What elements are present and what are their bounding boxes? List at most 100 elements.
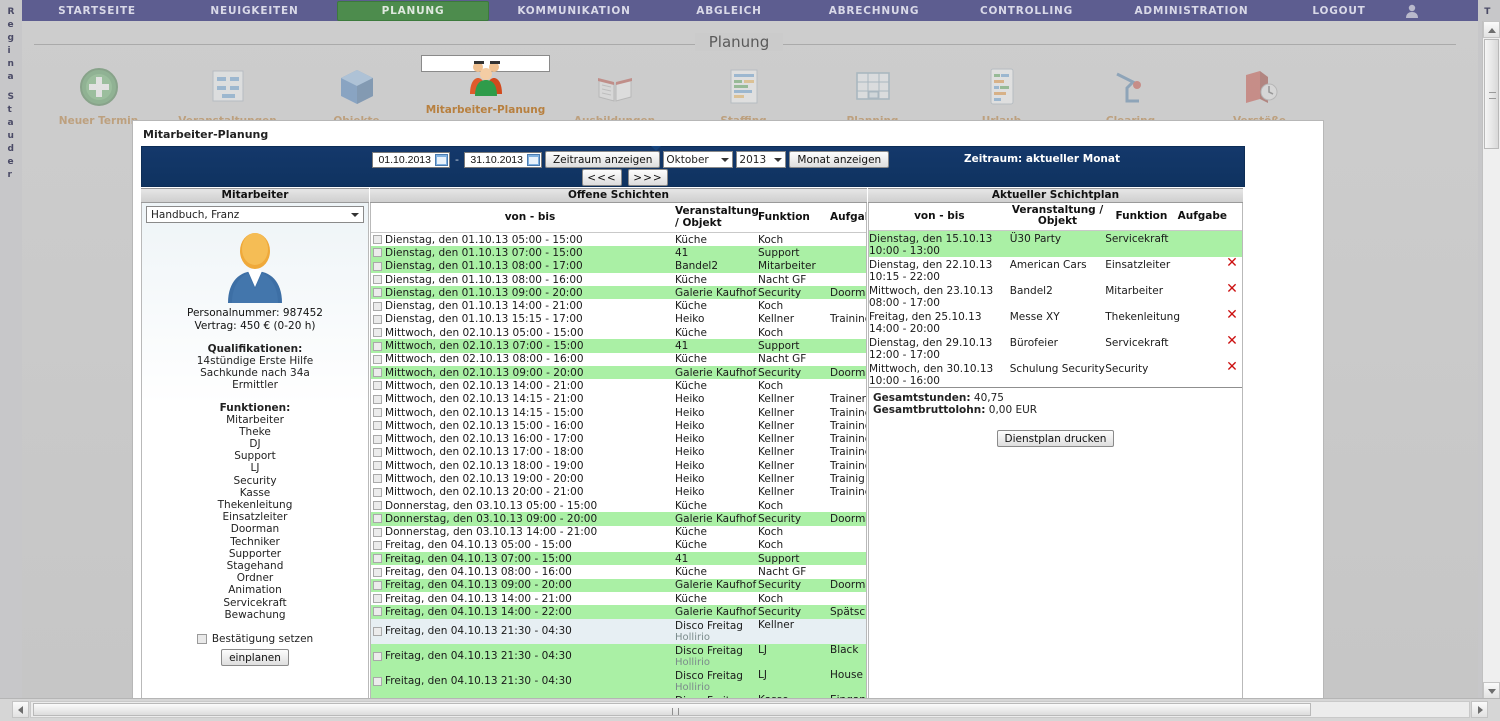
table-row[interactable]: Mittwoch, den 02.10.13 14:15 - 15:00 Heik… <box>371 405 866 420</box>
table-row[interactable]: Freitag, den 25.10.13 14:00 - 20:00 Messe… <box>869 308 1242 335</box>
show-range-button[interactable]: Zeitraum anzeigen <box>544 151 661 168</box>
horizontal-scroll-track[interactable] <box>30 701 1470 718</box>
print-schedule-button[interactable]: Dienstplan drucken <box>996 430 1115 447</box>
row-checkbox-cell[interactable] <box>371 619 385 644</box>
row-checkbox-cell[interactable] <box>371 512 385 525</box>
month-select[interactable]: Oktober <box>663 151 734 168</box>
nav-item-kommunikation[interactable]: KOMMUNIKATION <box>489 2 659 20</box>
row-checkbox[interactable] <box>373 288 382 298</box>
row-checkbox[interactable] <box>373 314 382 324</box>
row-checkbox-cell[interactable] <box>371 366 385 379</box>
user-avatar-icon[interactable] <box>1399 3 1425 19</box>
row-checkbox-cell[interactable] <box>371 260 385 273</box>
row-checkbox[interactable] <box>373 607 382 617</box>
table-row[interactable]: Freitag, den 04.10.13 05:00 - 15:00 Küche… <box>371 538 866 553</box>
row-checkbox-cell[interactable] <box>371 459 385 472</box>
table-row[interactable]: Freitag, den 04.10.13 21:30 - 04:30 Disco… <box>371 643 866 669</box>
table-row[interactable]: Mittwoch, den 02.10.13 14:15 - 21:00 Heik… <box>371 392 866 406</box>
row-checkbox-cell[interactable] <box>371 246 385 259</box>
row-checkbox[interactable] <box>373 328 382 338</box>
row-checkbox-cell[interactable] <box>371 273 385 286</box>
row-checkbox-cell[interactable] <box>371 526 385 539</box>
row-checkbox-cell[interactable] <box>371 339 385 352</box>
row-checkbox[interactable] <box>373 461 382 471</box>
table-row[interactable]: Donnerstag, den 03.10.13 05:00 - 15:00 Kü… <box>371 498 866 513</box>
scroll-right-button[interactable] <box>1471 701 1488 718</box>
row-checkbox[interactable] <box>373 487 382 497</box>
table-row[interactable]: Freitag, den 04.10.13 21:30 - 04:30 Disco… <box>371 618 866 644</box>
table-row[interactable]: Mittwoch, den 02.10.13 16:00 - 17:00 Heik… <box>371 432 866 446</box>
row-checkbox-cell[interactable] <box>371 419 385 432</box>
row-checkbox[interactable] <box>373 261 382 271</box>
row-checkbox[interactable] <box>373 651 382 661</box>
row-checkbox-cell[interactable] <box>371 552 385 565</box>
confirm-checkbox[interactable] <box>196 634 207 645</box>
row-checkbox[interactable] <box>373 527 382 537</box>
plan-delete-cell[interactable]: ✕ <box>1222 360 1242 387</box>
employee-select[interactable]: Handbuch, Franz <box>146 206 364 223</box>
table-row[interactable]: Mittwoch, den 02.10.13 14:00 - 21:00 Küch… <box>371 379 866 393</box>
table-row[interactable]: Mittwoch, den 02.10.13 17:00 - 18:00 Heik… <box>371 445 866 460</box>
row-checkbox-cell[interactable] <box>371 499 385 512</box>
row-checkbox-cell[interactable] <box>371 299 385 312</box>
row-checkbox[interactable] <box>373 394 382 404</box>
calendar-icon[interactable] <box>526 153 540 166</box>
row-checkbox[interactable] <box>373 368 382 378</box>
row-checkbox-cell[interactable] <box>371 313 385 326</box>
table-row[interactable]: Dienstag, den 01.10.13 08:00 - 17:00 Band… <box>371 259 866 273</box>
calendar-icon[interactable] <box>435 153 448 166</box>
delete-icon[interactable]: ✕ <box>1226 281 1238 297</box>
row-checkbox[interactable] <box>373 567 382 577</box>
year-select[interactable]: 2013 <box>736 151 787 168</box>
row-checkbox[interactable] <box>373 408 382 417</box>
vertical-scroll-thumb[interactable] <box>1484 39 1499 149</box>
table-row[interactable]: Freitag, den 04.10.13 14:00 - 21:00 Küche… <box>371 592 866 606</box>
table-row[interactable]: Donnerstag, den 03.10.13 09:00 - 20:00 Ga… <box>371 512 866 526</box>
scroll-up-button[interactable] <box>1483 21 1500 38</box>
horizontal-scrollbar[interactable] <box>0 698 1500 721</box>
row-checkbox[interactable] <box>373 421 382 431</box>
row-checkbox[interactable] <box>373 554 382 564</box>
table-row[interactable]: Donnerstag, den 03.10.13 14:00 - 21:00 Kü… <box>371 525 866 539</box>
row-checkbox[interactable] <box>373 540 382 550</box>
row-checkbox[interactable] <box>373 676 382 686</box>
row-checkbox-cell[interactable] <box>371 605 385 618</box>
table-row[interactable]: Mittwoch, den 23.10.13 08:00 - 17:00 Band… <box>869 281 1242 309</box>
row-checkbox[interactable] <box>373 474 382 484</box>
horizontal-scroll-thumb[interactable] <box>33 703 1311 716</box>
table-row[interactable]: Mittwoch, den 30.10.13 10:00 - 16:00 Schu… <box>869 360 1242 387</box>
row-checkbox[interactable] <box>373 381 382 391</box>
nav-item-administration[interactable]: ADMINISTRATION <box>1104 2 1279 20</box>
table-row[interactable]: Mittwoch, den 02.10.13 15:00 - 16:00 Heik… <box>371 419 866 433</box>
table-row[interactable]: Dienstag, den 01.10.13 05:00 - 15:00 Küch… <box>371 232 866 247</box>
row-checkbox-cell[interactable] <box>371 326 385 339</box>
table-row[interactable]: Mittwoch, den 02.10.13 05:00 - 15:00 Küch… <box>371 326 866 340</box>
plan-delete-cell[interactable]: ✕ <box>1222 308 1242 335</box>
scroll-down-button[interactable] <box>1483 682 1500 699</box>
row-checkbox-cell[interactable] <box>371 579 385 592</box>
row-checkbox[interactable] <box>373 235 382 245</box>
table-row[interactable]: Mittwoch, den 02.10.13 07:00 - 15:00 41 Su… <box>371 339 866 353</box>
table-row[interactable]: Dienstag, den 22.10.13 10:15 - 22:00 Amer… <box>869 256 1242 283</box>
table-row[interactable]: Freitag, den 04.10.13 21:30 - 04:30 Disco… <box>371 668 866 694</box>
table-row[interactable]: Dienstag, den 01.10.13 08:00 - 16:00 Küch… <box>371 272 866 287</box>
next-period-button[interactable]: >>> <box>628 169 668 186</box>
schedule-button[interactable]: einplanen <box>221 649 289 667</box>
row-checkbox-cell[interactable] <box>371 486 385 499</box>
row-checkbox-cell[interactable] <box>371 565 385 578</box>
table-row[interactable]: Freitag, den 04.10.13 07:00 - 15:00 41 Sup… <box>371 552 866 566</box>
table-row[interactable]: Mittwoch, den 02.10.13 19:00 - 20:00 Heik… <box>371 472 866 486</box>
plan-delete-cell[interactable]: ✕ <box>1222 256 1242 283</box>
nav-item-planung[interactable]: PLANUNG <box>337 0 489 21</box>
row-checkbox-cell[interactable] <box>371 286 385 299</box>
table-row[interactable]: Mittwoch, den 02.10.13 09:00 - 20:00 Gale… <box>371 365 866 380</box>
row-checkbox[interactable] <box>373 626 382 636</box>
table-row[interactable]: Mittwoch, den 02.10.13 18:00 - 19:00 Heik… <box>371 459 866 473</box>
table-row[interactable]: Freitag, den 04.10.13 09:00 - 20:00 Galer… <box>371 578 866 593</box>
row-checkbox-cell[interactable] <box>371 669 385 694</box>
row-checkbox-cell[interactable] <box>371 353 385 366</box>
table-row[interactable]: Dienstag, den 01.10.13 07:00 - 15:00 41 Su… <box>371 246 866 260</box>
nav-item-neuigkeiten[interactable]: NEUIGKEITEN <box>172 2 337 20</box>
delete-icon[interactable]: ✕ <box>1226 333 1238 349</box>
table-row[interactable]: Dienstag, den 29.10.13 12:00 - 17:00 Büro… <box>869 333 1242 361</box>
